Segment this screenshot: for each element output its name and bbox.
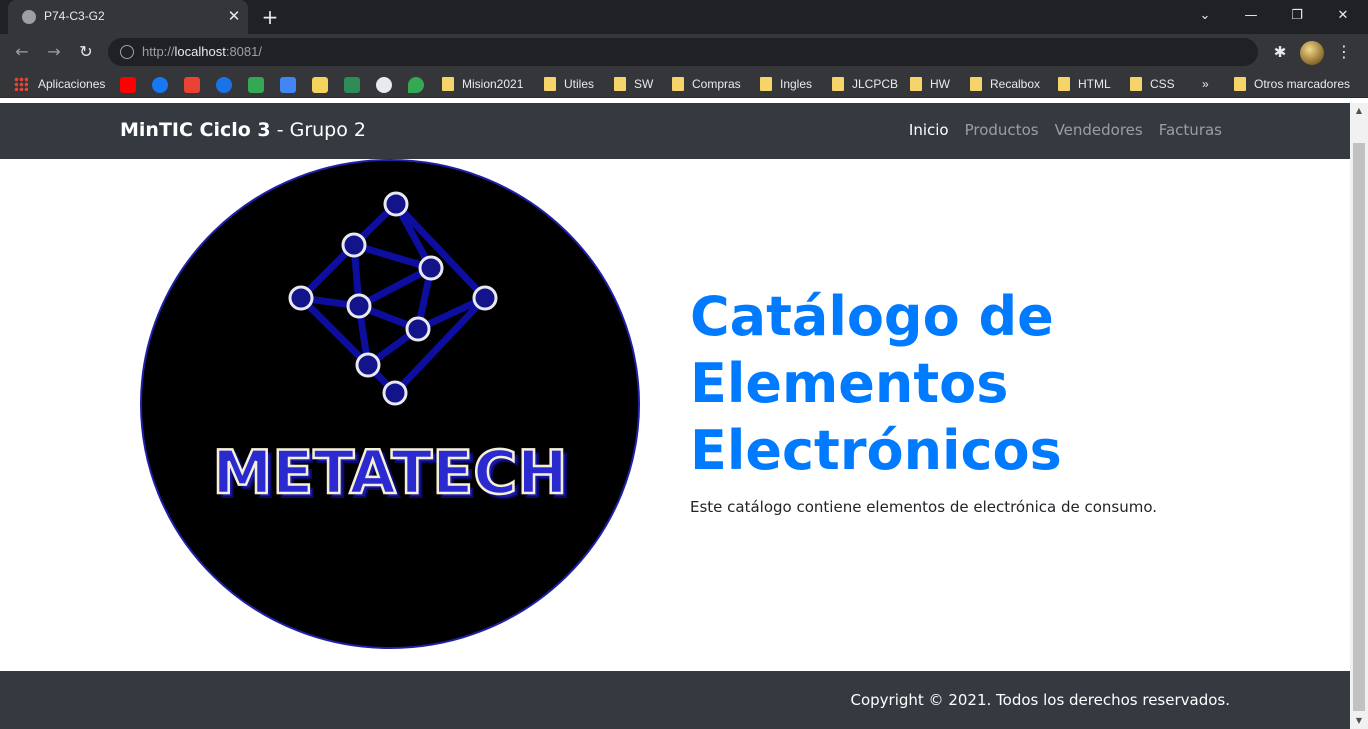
bookmark-label: Recalbox [990,77,1041,91]
hero-title: Catálogo de Elementos Electrónicos [690,283,1250,484]
bookmark-label: Utiles [564,77,595,91]
url-text[interactable]: http://localhost:8081/ [142,44,262,59]
bookmark-folder[interactable]: CSS [1130,75,1175,93]
folder-icon [672,77,684,91]
folder-icon [544,77,556,91]
folder-icon [1130,77,1142,91]
brand-bold: MinTIC Ciclo 3 [120,119,271,141]
globe-icon [22,10,36,24]
nav-link-vendedores[interactable]: Vendedores [1055,121,1143,139]
forward-arrow-icon[interactable]: → [42,40,66,64]
hero-subtitle: Este catálogo contiene elementos de elec… [690,498,1158,516]
hero-title-line: Electrónicos [690,419,1062,482]
bookmark-folder[interactable]: Mision2021 [442,75,523,93]
scroll-thumb[interactable] [1353,143,1365,711]
scroll-up-arrow-icon[interactable]: ▲ [1350,103,1368,119]
bookmark-folder[interactable]: Recalbox [970,75,1040,93]
bookmark-other-folder[interactable]: Otros marcadores [1234,75,1350,93]
new-tab-button[interactable]: + [258,5,282,29]
bookmarks-overflow-button[interactable]: » [1202,75,1209,93]
address-bar[interactable]: http://localhost:8081/ [108,38,1258,66]
github-icon[interactable] [376,77,392,93]
bookmark-label: Compras [692,77,741,91]
web-page: MinTIC Ciclo 3 - Grupo 2 Inicio Producto… [0,103,1350,729]
copyright-text: Copyright © 2021. Todos los derechos res… [850,691,1231,709]
folder-icon [760,77,772,91]
translate-icon[interactable] [280,77,296,93]
scroll-down-arrow-icon[interactable]: ▼ [1350,713,1368,729]
hero-title-line: Elementos [690,352,1009,415]
bookmark-label: HW [930,77,950,91]
logo-text: METATECH [213,438,568,508]
bookmark-folder[interactable]: Compras [672,75,741,93]
nav-link-inicio[interactable]: Inicio [909,121,949,139]
bookmark-folder[interactable]: JLCPCB [832,75,898,93]
site-navbar: MinTIC Ciclo 3 - Grupo 2 Inicio Producto… [0,103,1350,159]
nav-link-productos[interactable]: Productos [965,121,1039,139]
bookmark-label: HTML [1078,77,1111,91]
browser-menu-icon[interactable]: ⋮ [1334,42,1354,62]
folder-icon [442,77,454,91]
bookmark-folder[interactable]: Utiles [544,75,594,93]
page-scrollbar[interactable]: ▲ ▼ [1350,103,1368,729]
site-footer: Copyright © 2021. Todos los derechos res… [0,671,1350,729]
browser-tab-bar: P74-C3-G2 ✕ + ⌄ — ❐ ✕ [0,0,1368,34]
back-arrow-icon[interactable]: ← [10,40,34,64]
bookmark-label: Ingles [780,77,813,91]
nav-links: Inicio Productos Vendedores Facturas [909,121,1222,139]
site-brand[interactable]: MinTIC Ciclo 3 - Grupo 2 [120,119,366,141]
gmail-icon[interactable] [184,77,200,93]
bookmark-folder[interactable]: HTML [1058,75,1111,93]
cloud-icon[interactable] [312,77,328,93]
browser-toolbar: ← → ↻ http://localhost:8081/ ✱ ⋮ [0,34,1368,70]
folder-icon [1058,77,1070,91]
hero-section: METATECH METATECH Catálogo de Elementos … [0,159,1350,671]
browser-tab[interactable]: P74-C3-G2 ✕ [8,0,248,34]
metatech-logo: METATECH METATECH [140,159,640,649]
bookmark-label: Mision2021 [462,77,524,91]
c-icon[interactable] [216,77,232,93]
extensions-puzzle-icon[interactable]: ✱ [1270,42,1290,62]
tab-title: P74-C3-G2 [44,9,105,23]
hero-title-line: Catálogo de [690,285,1054,348]
site-info-icon[interactable] [120,45,134,59]
folder-icon [970,77,982,91]
profile-avatar[interactable] [1300,41,1324,65]
brand-rest: - Grupo 2 [270,119,366,141]
folder-icon [910,77,922,91]
minimize-icon[interactable]: — [1237,4,1265,28]
bookmarks-bar: Aplicaciones Mision2021 Utiles SW Compra… [0,70,1368,98]
folder-icon [1234,77,1246,91]
apps-grid-icon [14,77,28,91]
close-tab-icon[interactable]: ✕ [224,6,244,26]
hero-text: Catálogo de Elementos Electrónicos Este … [690,283,1250,516]
leaf-icon[interactable] [344,77,360,93]
close-window-icon[interactable]: ✕ [1329,4,1357,28]
facebook-icon[interactable] [152,77,168,93]
chevron-down-icon[interactable]: ⌄ [1191,4,1219,28]
nav-link-facturas[interactable]: Facturas [1159,121,1222,139]
youtube-icon[interactable] [120,77,136,93]
folder-icon [832,77,844,91]
maps-icon[interactable] [408,77,424,93]
bookmark-folder[interactable]: Ingles [760,75,812,93]
bookmark-label: SW [634,77,654,91]
drive-icon[interactable] [248,77,264,93]
bookmark-label: Aplicaciones [38,77,106,91]
restore-icon[interactable]: ❐ [1283,4,1311,28]
bookmark-apps[interactable]: Aplicaciones [14,75,105,93]
bookmark-label: CSS [1150,77,1175,91]
bookmark-folder[interactable]: HW [910,75,950,93]
overflow-chevron-icon: » [1202,77,1209,91]
bookmark-label: Otros marcadores [1254,77,1351,91]
reload-icon[interactable]: ↻ [74,40,98,64]
bookmark-label: JLCPCB [852,77,899,91]
bookmark-folder[interactable]: SW [614,75,653,93]
folder-icon [614,77,626,91]
